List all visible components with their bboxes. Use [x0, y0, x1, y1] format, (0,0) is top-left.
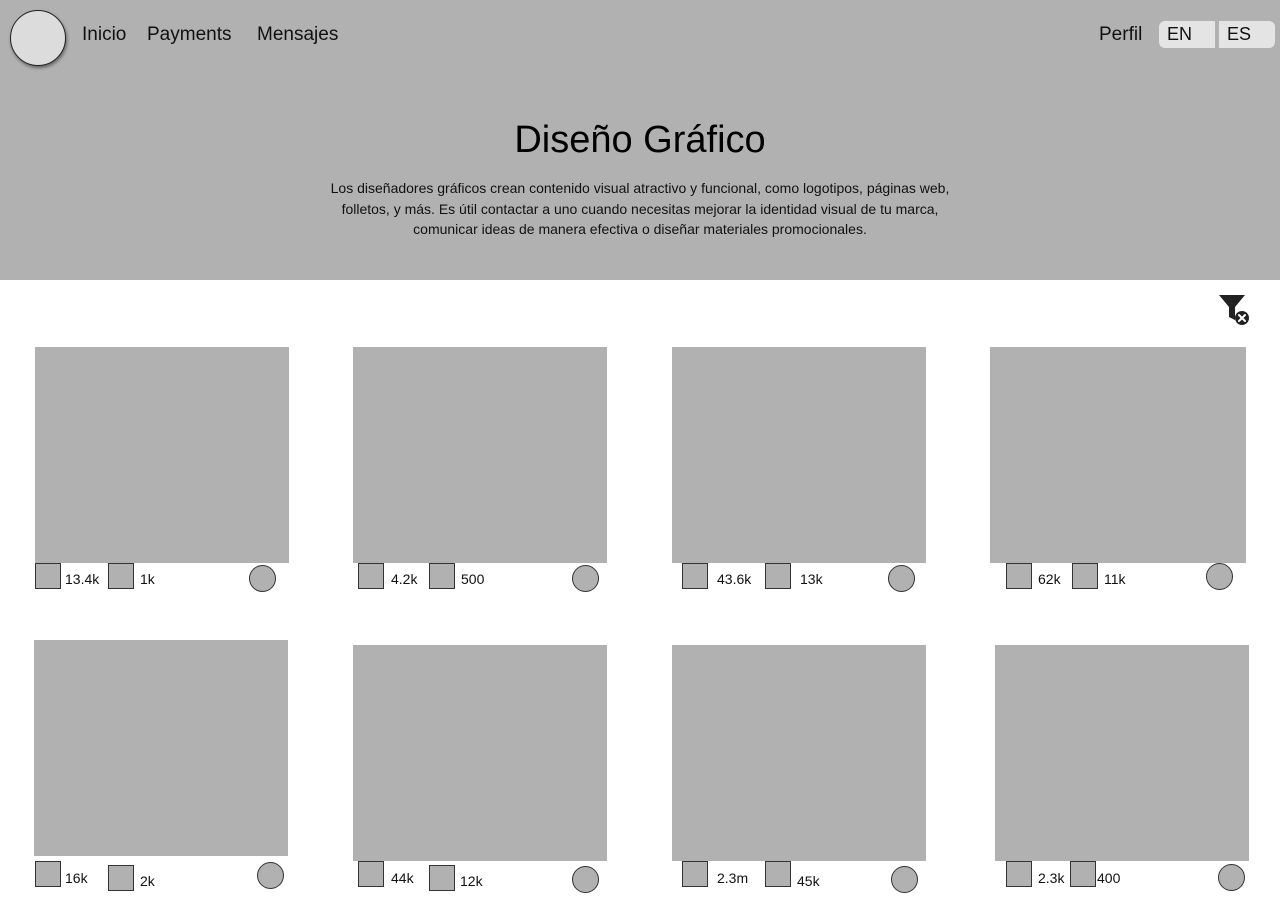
page: Inicio Payments Mensajes Perfil EN ES Di…: [0, 0, 1280, 910]
card-stat2: 13k: [800, 571, 823, 587]
stat2-icon: [108, 865, 134, 891]
card-image[interactable]: [672, 645, 926, 861]
card-stat1: 44k: [391, 870, 414, 886]
filter-clear-icon[interactable]: [1218, 293, 1252, 327]
stat1-icon: [682, 861, 708, 887]
gallery-card: 16k 2k: [34, 640, 288, 892]
page-title: Diseño Gráfico: [514, 119, 766, 161]
card-stat1: 16k: [65, 870, 88, 886]
stat1-icon: [358, 563, 384, 589]
card-image[interactable]: [34, 640, 288, 856]
card-author-avatar[interactable]: [888, 565, 915, 592]
card-author-avatar[interactable]: [257, 862, 284, 889]
stat2-icon: [765, 861, 791, 887]
card-stat2: 12k: [460, 873, 483, 889]
nav-item-payments[interactable]: Payments: [147, 24, 231, 46]
stat2-icon: [429, 563, 455, 589]
card-author-avatar[interactable]: [249, 565, 276, 592]
card-author-avatar[interactable]: [572, 565, 599, 592]
card-stat2: 400: [1097, 870, 1121, 886]
card-image[interactable]: [353, 645, 607, 861]
gallery-card: 62k 11k: [990, 347, 1246, 595]
gallery-card: 4.2k 500: [353, 347, 607, 595]
card-image[interactable]: [672, 347, 926, 563]
stat2-icon: [1072, 563, 1098, 589]
card-stat1: 13.4k: [65, 571, 100, 587]
stat2-icon: [765, 563, 791, 589]
card-stat1: 62k: [1038, 571, 1061, 587]
nav-item-inicio[interactable]: Inicio: [82, 24, 126, 46]
stat2-icon: [429, 865, 455, 891]
nav-item-mensajes[interactable]: Mensajes: [257, 24, 338, 46]
card-author-avatar[interactable]: [1218, 864, 1245, 891]
card-author-avatar[interactable]: [891, 866, 918, 893]
nav-item-perfil[interactable]: Perfil: [1099, 24, 1142, 46]
hero-header: Inicio Payments Mensajes Perfil EN ES Di…: [0, 0, 1280, 280]
gallery-card: 2.3k 400: [995, 645, 1249, 895]
card-stat1: 2.3m: [717, 870, 749, 886]
stat2-icon: [108, 563, 134, 589]
card-stat2: 2k: [140, 873, 155, 889]
card-author-avatar[interactable]: [572, 866, 599, 893]
card-stat2: 500: [461, 571, 485, 587]
user-avatar[interactable]: [10, 10, 66, 66]
gallery-card: 44k 12k: [353, 645, 607, 895]
gallery-card: 13.4k 1k: [35, 347, 289, 595]
stat1-icon: [358, 861, 384, 887]
card-stat1: 43.6k: [717, 571, 752, 587]
card-stat1: 2.3k: [1038, 870, 1065, 886]
card-image[interactable]: [995, 645, 1249, 861]
stat2-icon: [1070, 861, 1096, 887]
card-image[interactable]: [353, 347, 607, 563]
card-image[interactable]: [35, 347, 289, 563]
language-button-es[interactable]: ES: [1219, 21, 1275, 48]
card-stat2: 45k: [797, 873, 820, 889]
card-stat1: 4.2k: [391, 571, 418, 587]
gallery-card: 2.3m 45k: [672, 645, 926, 895]
stat1-icon: [1006, 563, 1032, 589]
stat1-icon: [1006, 861, 1032, 887]
stat1-icon: [35, 563, 61, 589]
gallery-card: 43.6k 13k: [672, 347, 926, 595]
card-image[interactable]: [990, 347, 1246, 563]
page-description: Los diseñadores gráficos crean contenido…: [330, 180, 950, 237]
stat1-icon: [682, 563, 708, 589]
language-button-en[interactable]: EN: [1159, 21, 1215, 48]
stat1-icon: [35, 861, 61, 887]
card-stat2: 11k: [1104, 571, 1126, 587]
card-author-avatar[interactable]: [1206, 563, 1233, 590]
card-stat2: 1k: [140, 571, 155, 587]
